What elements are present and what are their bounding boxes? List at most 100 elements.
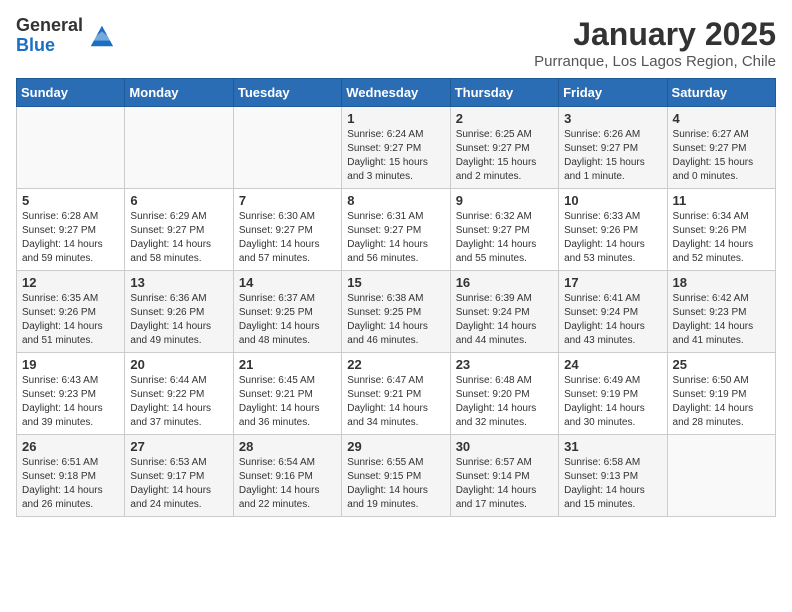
title-block: January 2025 Purranque, Los Lagos Region… (534, 16, 776, 70)
column-header-thursday: Thursday (450, 79, 558, 107)
calendar-day-5: 5 Sunrise: 6:28 AMSunset: 9:27 PMDaylight… (17, 189, 125, 271)
column-header-wednesday: Wednesday (342, 79, 450, 107)
column-header-sunday: Sunday (17, 79, 125, 107)
day-info: Sunrise: 6:44 AMSunset: 9:22 PMDaylight:… (130, 374, 227, 430)
column-header-monday: Monday (125, 79, 233, 107)
calendar-day-1: 1 Sunrise: 6:24 AMSunset: 9:27 PMDaylight… (342, 107, 450, 189)
day-info: Sunrise: 6:55 AMSunset: 9:15 PMDaylight:… (347, 456, 444, 512)
empty-day (125, 107, 233, 189)
page-header: General Blue January 2025 Purranque, Los… (16, 16, 776, 70)
calendar-header-row: SundayMondayTuesdayWednesdayThursdayFrid… (17, 79, 776, 107)
calendar-day-29: 29Sunrise: 6:55 AMSunset: 9:15 PMDayligh… (342, 435, 450, 517)
column-header-friday: Friday (559, 79, 667, 107)
day-number: 15 (347, 275, 444, 290)
day-number: 7 (239, 193, 336, 208)
calendar-day-9: 9Sunrise: 6:32 AMSunset: 9:27 PMDaylight… (450, 189, 558, 271)
day-number: 8 (347, 193, 444, 208)
day-number: 4 (673, 111, 770, 126)
day-number: 16 (456, 275, 553, 290)
day-info: Sunrise: 6:50 AMSunset: 9:19 PMDaylight:… (673, 374, 770, 430)
day-number: 30 (456, 439, 553, 454)
day-number: 14 (239, 275, 336, 290)
day-info: Sunrise: 6:29 AMSunset: 9:27 PMDaylight:… (130, 210, 227, 266)
day-info: Sunrise: 6:31 AMSunset: 9:27 PMDaylight:… (347, 210, 444, 266)
day-number: 1 (347, 111, 444, 126)
day-number: 3 (564, 111, 661, 126)
day-info: Sunrise: 6:38 AMSunset: 9:25 PMDaylight:… (347, 292, 444, 348)
day-info: Sunrise: 6:47 AMSunset: 9:21 PMDaylight:… (347, 374, 444, 430)
calendar-day-27: 27 Sunrise: 6:53 AMSunset: 9:17 PMDayligh… (125, 435, 233, 517)
calendar-day-21: 21 Sunrise: 6:45 AMSunset: 9:21 PMDayligh… (233, 353, 341, 435)
calendar-day-16: 16 Sunrise: 6:39 AMSunset: 9:24 PMDayligh… (450, 271, 558, 353)
day-info: Sunrise: 6:45 AMSunset: 9:21 PMDaylight:… (239, 374, 336, 430)
day-info: Sunrise: 6:27 AMSunset: 9:27 PMDaylight:… (673, 128, 770, 184)
calendar-day-25: 25 Sunrise: 6:50 AMSunset: 9:19 PMDayligh… (667, 353, 775, 435)
day-info: Sunrise: 6:58 AMSunset: 9:13 PMDaylight:… (564, 456, 661, 512)
calendar-day-24: 24 Sunrise: 6:49 AMSunset: 9:19 PMDayligh… (559, 353, 667, 435)
calendar-day-17: 17Sunrise: 6:41 AMSunset: 9:24 PMDayligh… (559, 271, 667, 353)
day-info: Sunrise: 6:32 AMSunset: 9:27 PMDaylight:… (456, 210, 553, 266)
day-number: 12 (22, 275, 119, 290)
calendar-day-18: 18Sunrise: 6:42 AMSunset: 9:23 PMDayligh… (667, 271, 775, 353)
calendar-day-15: 15 Sunrise: 6:38 AMSunset: 9:25 PMDayligh… (342, 271, 450, 353)
calendar-day-13: 13Sunrise: 6:36 AMSunset: 9:26 PMDayligh… (125, 271, 233, 353)
day-number: 5 (22, 193, 119, 208)
day-number: 20 (130, 357, 227, 372)
day-number: 21 (239, 357, 336, 372)
calendar-week-row: 26Sunrise: 6:51 AMSunset: 9:18 PMDayligh… (17, 435, 776, 517)
calendar-day-31: 31 Sunrise: 6:58 AMSunset: 9:13 PMDayligh… (559, 435, 667, 517)
day-number: 2 (456, 111, 553, 126)
day-info: Sunrise: 6:49 AMSunset: 9:19 PMDaylight:… (564, 374, 661, 430)
calendar-day-11: 11 Sunrise: 6:34 AMSunset: 9:26 PMDayligh… (667, 189, 775, 271)
day-number: 24 (564, 357, 661, 372)
day-info: Sunrise: 6:37 AMSunset: 9:25 PMDaylight:… (239, 292, 336, 348)
day-info: Sunrise: 6:34 AMSunset: 9:26 PMDaylight:… (673, 210, 770, 266)
calendar-day-19: 19 Sunrise: 6:43 AMSunset: 9:23 PMDayligh… (17, 353, 125, 435)
calendar-day-10: 10Sunrise: 6:33 AMSunset: 9:26 PMDayligh… (559, 189, 667, 271)
day-number: 23 (456, 357, 553, 372)
calendar-day-4: 4 Sunrise: 6:27 AMSunset: 9:27 PMDaylight… (667, 107, 775, 189)
day-number: 31 (564, 439, 661, 454)
calendar-day-2: 2Sunrise: 6:25 AMSunset: 9:27 PMDaylight… (450, 107, 558, 189)
logo-general-text: General (16, 16, 83, 36)
day-info: Sunrise: 6:39 AMSunset: 9:24 PMDaylight:… (456, 292, 553, 348)
day-info: Sunrise: 6:53 AMSunset: 9:17 PMDaylight:… (130, 456, 227, 512)
day-number: 10 (564, 193, 661, 208)
day-info: Sunrise: 6:26 AMSunset: 9:27 PMDaylight:… (564, 128, 661, 184)
day-number: 27 (130, 439, 227, 454)
logo-icon (87, 22, 115, 50)
day-info: Sunrise: 6:28 AMSunset: 9:27 PMDaylight:… (22, 210, 119, 266)
calendar-day-23: 23Sunrise: 6:48 AMSunset: 9:20 PMDayligh… (450, 353, 558, 435)
day-number: 22 (347, 357, 444, 372)
column-header-tuesday: Tuesday (233, 79, 341, 107)
empty-day (17, 107, 125, 189)
day-number: 11 (673, 193, 770, 208)
calendar-week-row: 1 Sunrise: 6:24 AMSunset: 9:27 PMDaylight… (17, 107, 776, 189)
logo-blue-text: Blue (16, 36, 83, 56)
day-number: 18 (673, 275, 770, 290)
day-info: Sunrise: 6:41 AMSunset: 9:24 PMDaylight:… (564, 292, 661, 348)
empty-day (667, 435, 775, 517)
calendar-day-7: 7 Sunrise: 6:30 AMSunset: 9:27 PMDaylight… (233, 189, 341, 271)
calendar-day-22: 22 Sunrise: 6:47 AMSunset: 9:21 PMDayligh… (342, 353, 450, 435)
location-subtitle: Purranque, Los Lagos Region, Chile (534, 53, 776, 70)
calendar-day-30: 30 Sunrise: 6:57 AMSunset: 9:14 PMDayligh… (450, 435, 558, 517)
day-info: Sunrise: 6:43 AMSunset: 9:23 PMDaylight:… (22, 374, 119, 430)
calendar-day-20: 20 Sunrise: 6:44 AMSunset: 9:22 PMDayligh… (125, 353, 233, 435)
day-info: Sunrise: 6:24 AMSunset: 9:27 PMDaylight:… (347, 128, 444, 184)
calendar-day-28: 28 Sunrise: 6:54 AMSunset: 9:16 PMDayligh… (233, 435, 341, 517)
calendar-week-row: 12Sunrise: 6:35 AMSunset: 9:26 PMDayligh… (17, 271, 776, 353)
empty-day (233, 107, 341, 189)
calendar-day-14: 14 Sunrise: 6:37 AMSunset: 9:25 PMDayligh… (233, 271, 341, 353)
day-info: Sunrise: 6:30 AMSunset: 9:27 PMDaylight:… (239, 210, 336, 266)
day-number: 19 (22, 357, 119, 372)
day-number: 6 (130, 193, 227, 208)
calendar-day-8: 8 Sunrise: 6:31 AMSunset: 9:27 PMDaylight… (342, 189, 450, 271)
day-info: Sunrise: 6:54 AMSunset: 9:16 PMDaylight:… (239, 456, 336, 512)
calendar-day-26: 26Sunrise: 6:51 AMSunset: 9:18 PMDayligh… (17, 435, 125, 517)
calendar-day-3: 3 Sunrise: 6:26 AMSunset: 9:27 PMDaylight… (559, 107, 667, 189)
day-info: Sunrise: 6:36 AMSunset: 9:26 PMDaylight:… (130, 292, 227, 348)
day-info: Sunrise: 6:57 AMSunset: 9:14 PMDaylight:… (456, 456, 553, 512)
day-number: 28 (239, 439, 336, 454)
day-number: 25 (673, 357, 770, 372)
